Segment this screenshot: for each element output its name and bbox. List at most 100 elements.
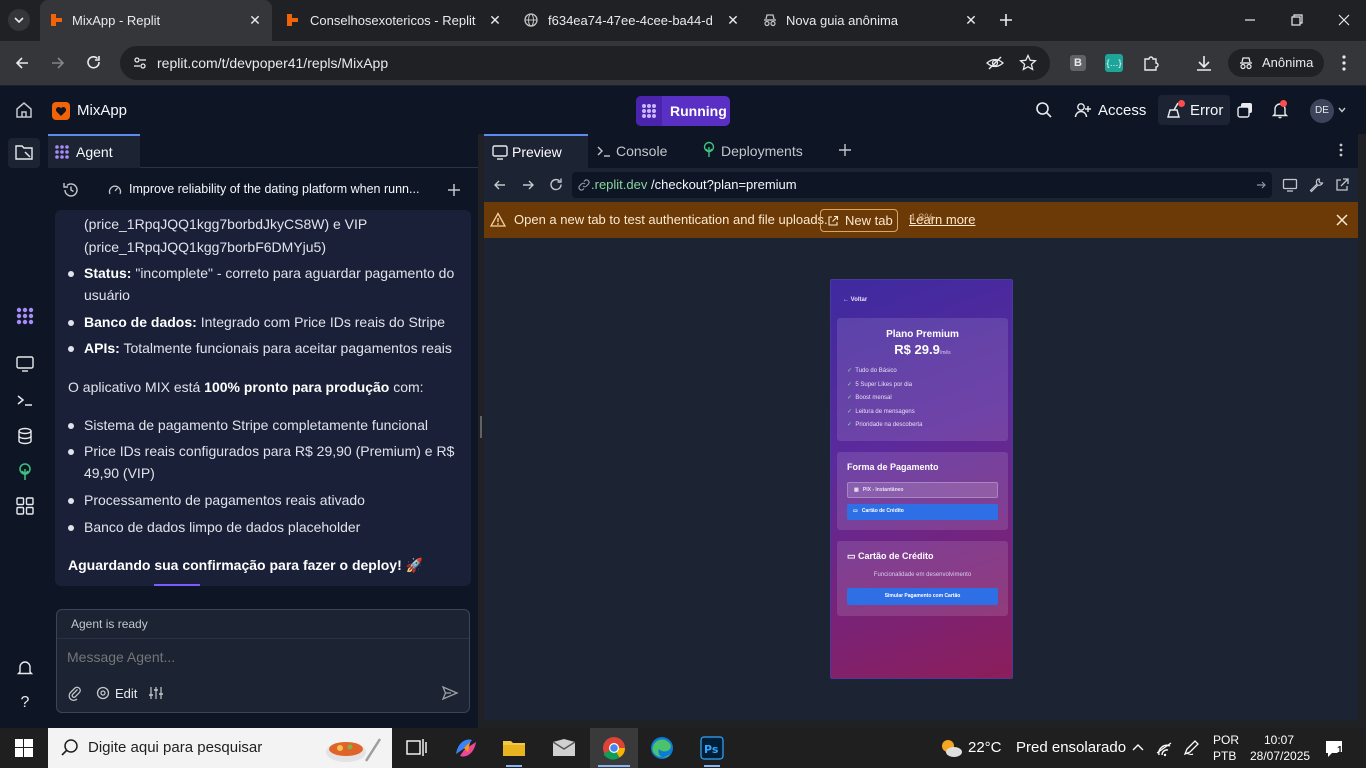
browser-tab-conselhos[interactable]: Conselhosexotericos - Replit ✕ xyxy=(276,0,512,41)
language-indicator[interactable]: POR PTB xyxy=(1208,731,1242,765)
taskbar-search[interactable]: Digite aqui para pesquisar xyxy=(48,728,392,768)
lang-line-2: PTB xyxy=(1213,749,1237,763)
tab-deployments[interactable]: Deployments xyxy=(692,134,828,168)
close-window-button[interactable] xyxy=(1334,10,1354,30)
error-button[interactable]: Error xyxy=(1158,95,1230,125)
search-placeholder: Digite aqui para pesquisar xyxy=(88,739,263,756)
console-tool-button[interactable] xyxy=(15,390,35,410)
left-sidebar: ? xyxy=(0,134,48,728)
edit-mode-button[interactable]: Edit xyxy=(95,683,145,703)
preview-reload-button[interactable] xyxy=(548,177,564,193)
site-info-icon[interactable] xyxy=(132,55,148,71)
incognito-profile-button[interactable]: Anônima xyxy=(1228,49,1324,77)
history-button[interactable] xyxy=(62,181,80,199)
new-tab-button[interactable] xyxy=(996,10,1016,30)
close-icon[interactable]: ✕ xyxy=(488,13,502,27)
forward-button[interactable] xyxy=(48,53,68,73)
tray-overflow-button[interactable] xyxy=(1130,740,1146,756)
device-view-button[interactable] xyxy=(1282,177,1298,193)
preview-tool-button[interactable] xyxy=(15,354,35,374)
credit-card-option[interactable]: ▭ Cartão de Crédito xyxy=(847,504,998,520)
pen-button[interactable] xyxy=(1182,739,1200,757)
tab-console[interactable]: Console xyxy=(588,134,692,168)
pix-option[interactable]: ▦ PIX - Instantâneo xyxy=(847,482,998,498)
add-tab-button[interactable] xyxy=(837,142,853,158)
browser-tab-uuid[interactable]: f634ea74-47ee-4cee-ba44-d83 ✕ xyxy=(514,0,750,41)
help-button[interactable]: ? xyxy=(15,694,35,714)
chevron-down-icon[interactable] xyxy=(1337,105,1347,115)
simulate-payment-button[interactable]: Simular Pagamento com Cartão xyxy=(847,588,998,605)
panel-resize-handle[interactable] xyxy=(480,416,482,438)
search-button[interactable] xyxy=(1034,100,1054,120)
settings-sliders-button[interactable] xyxy=(148,685,164,701)
back-button[interactable] xyxy=(12,53,32,73)
mail-app[interactable] xyxy=(540,728,588,768)
new-session-button[interactable] xyxy=(445,181,463,199)
agent-tool-button[interactable] xyxy=(14,305,36,327)
dismiss-banner-button[interactable] xyxy=(1335,213,1349,227)
tab-agent[interactable]: Agent xyxy=(48,134,140,168)
open-external-button[interactable] xyxy=(1334,177,1350,193)
eye-off-icon[interactable] xyxy=(986,54,1004,72)
chrome-app[interactable] xyxy=(590,728,638,768)
access-button[interactable]: Access xyxy=(1066,95,1150,125)
start-button[interactable] xyxy=(0,728,48,768)
notifications-button[interactable] xyxy=(1270,100,1290,120)
simulate-label: Simular Pagamento com Cartão xyxy=(884,593,961,599)
network-button[interactable] xyxy=(1155,739,1173,757)
edge-app[interactable] xyxy=(638,728,686,768)
notification-center-button[interactable]: 1 xyxy=(1324,738,1346,760)
close-icon[interactable]: ✕ xyxy=(248,13,262,27)
tab-preview[interactable]: Preview xyxy=(484,134,588,168)
home-button[interactable] xyxy=(14,100,34,120)
attach-button[interactable] xyxy=(67,685,83,701)
extensions-button[interactable] xyxy=(1141,53,1161,73)
extension-json-icon[interactable]: {…} xyxy=(1105,54,1123,72)
file-explorer-app[interactable] xyxy=(490,728,538,768)
preview-url-field[interactable]: .replit.dev /checkout?plan=premium xyxy=(572,172,1272,198)
menu-button[interactable] xyxy=(1334,53,1354,73)
preview-back-button[interactable] xyxy=(492,177,508,193)
restore-button[interactable] xyxy=(1287,10,1307,30)
scroll-indicator xyxy=(154,584,200,586)
plan-price-row: R$ 29.9/mês xyxy=(837,341,1008,359)
close-icon[interactable]: ✕ xyxy=(726,13,740,27)
extension-b-button[interactable]: B xyxy=(1070,55,1086,71)
address-bar[interactable]: replit.com/t/devpoper41/repls/MixApp xyxy=(120,46,1050,80)
copilot-app[interactable] xyxy=(442,728,490,768)
list-item-cont: 49,90 (VIP) xyxy=(84,465,155,481)
database-tool-button[interactable] xyxy=(15,426,35,446)
tab-search-button[interactable] xyxy=(8,9,30,31)
browser-tab-mixapp[interactable]: MixApp - Replit ✕ xyxy=(40,0,272,41)
photoshop-app[interactable]: Ps xyxy=(688,728,736,768)
minimize-button[interactable] xyxy=(1240,10,1260,30)
pane-tab-bar: Preview Console Deployments xyxy=(484,134,1358,168)
feedback-button[interactable] xyxy=(15,658,35,678)
search-icon xyxy=(1036,102,1052,118)
star-icon[interactable] xyxy=(1019,54,1037,72)
browser-tab-incognito[interactable]: Nova guia anônima ✕ xyxy=(752,0,988,41)
session-title[interactable]: Improve reliability of the dating platfo… xyxy=(129,182,429,196)
weather-widget[interactable]: 22°C Pred ensolarado xyxy=(936,728,1126,768)
clock[interactable]: 10:07 28/07/2025 xyxy=(1250,731,1314,765)
reload-button[interactable] xyxy=(84,53,104,73)
plus-icon xyxy=(448,184,460,196)
layout-toggle-button[interactable] xyxy=(1236,101,1254,119)
app-name[interactable]: MixApp xyxy=(77,102,127,119)
downloads-button[interactable] xyxy=(1194,53,1214,73)
devtools-button[interactable] xyxy=(1308,177,1324,193)
all-tools-button[interactable] xyxy=(15,496,35,516)
send-button[interactable] xyxy=(441,684,459,702)
close-icon[interactable]: ✕ xyxy=(964,13,978,27)
back-link[interactable]: ← Voltar xyxy=(843,297,867,303)
file-tree-button[interactable] xyxy=(8,138,40,168)
user-avatar[interactable]: DE xyxy=(1310,99,1334,123)
preview-forward-button[interactable] xyxy=(520,177,536,193)
pane-menu-button[interactable] xyxy=(1333,142,1349,158)
deployments-tool-button[interactable] xyxy=(15,462,35,482)
new-tab-button[interactable]: New tab xyxy=(820,209,898,232)
run-status-button[interactable]: Running xyxy=(636,96,730,126)
task-view-button[interactable] xyxy=(392,728,440,768)
message-input[interactable] xyxy=(67,646,457,668)
go-arrow-button[interactable] xyxy=(1255,179,1267,191)
